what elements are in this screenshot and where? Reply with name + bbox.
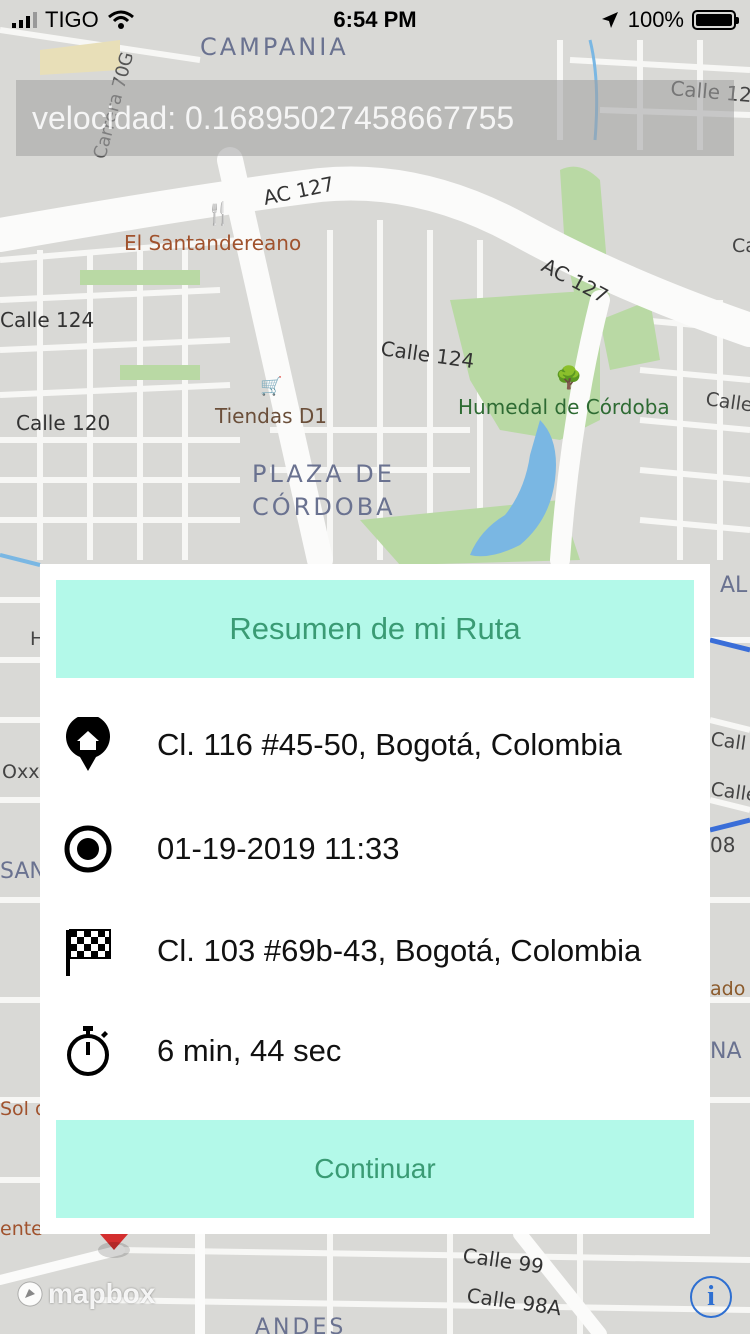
- origin-row: Cl. 116 #45-50, Bogotá, Colombia: [40, 710, 710, 780]
- destination-address: Cl. 103 #69b-43, Bogotá, Colombia: [157, 933, 642, 968]
- start-datetime: 01-19-2019 11:33: [157, 831, 400, 866]
- map-label-san: SAN: [0, 859, 46, 884]
- map-label-calle120: Calle 120: [16, 411, 110, 435]
- map-label-cordoba: CÓRDOBA: [252, 491, 396, 521]
- stopwatch-icon: [58, 1021, 118, 1081]
- map-label-humedal: Humedal de Córdoba: [458, 395, 670, 419]
- duration: 6 min, 44 sec: [157, 1033, 342, 1068]
- restaurant-icon: 🍴: [205, 201, 232, 227]
- map-label-santandereano: El Santandereano: [124, 231, 301, 255]
- map-label-ado: ado l: [710, 978, 750, 1000]
- mapbox-wordmark: mapbox: [48, 1278, 156, 1309]
- map-label-plaza: PLAZA DE: [252, 460, 395, 488]
- map-label-al: AL: [720, 573, 748, 598]
- signal-icon: [12, 12, 37, 28]
- start-time-row: 01-19-2019 11:33: [40, 814, 710, 884]
- map-label-08: 08: [710, 833, 735, 857]
- carrier-name: TIGO: [45, 7, 99, 32]
- map-label-na: NA: [710, 1039, 742, 1064]
- checkered-flag-icon: [58, 921, 118, 981]
- wifi-icon: [107, 10, 134, 29]
- status-bar: TIGO 6:54 PM 100%: [0, 0, 750, 40]
- record-icon: [58, 819, 118, 879]
- speed-readout: velocidad: 0.16895027458667755: [16, 80, 734, 156]
- map-label-calle124: Calle 124: [0, 308, 94, 332]
- origin-address: Cl. 116 #45-50, Bogotá, Colombia: [157, 727, 622, 762]
- map-label-tiendas: Tiendas D1: [214, 404, 327, 428]
- tree-icon: 🌳: [555, 364, 582, 391]
- battery-icon: [692, 10, 739, 30]
- battery-percent: 100%: [627, 7, 684, 32]
- info-icon[interactable]: i: [690, 1276, 732, 1318]
- mapbox-logo[interactable]: mapbox: [16, 1278, 155, 1310]
- shopping-cart-icon: 🛒: [260, 375, 282, 397]
- route-summary-dialog: Resumen de mi Ruta Cl. 116 #45-50, Bogot…: [40, 564, 710, 1234]
- map-label-ente: ente: [0, 1218, 43, 1240]
- home-pin-icon: [58, 715, 118, 775]
- map-label-andes: ANDES: [255, 1315, 346, 1334]
- continue-button[interactable]: Continuar: [56, 1120, 694, 1218]
- dialog-title: Resumen de mi Ruta: [56, 580, 694, 678]
- map-label-oxx: Oxx: [2, 761, 39, 783]
- mapbox-icon: [17, 1281, 43, 1307]
- location-arrow-icon: [601, 12, 618, 28]
- map-label-ca: Ca: [732, 235, 750, 257]
- destination-row: Cl. 103 #69b-43, Bogotá, Colombia: [40, 916, 710, 986]
- duration-row: 6 min, 44 sec: [40, 1016, 710, 1086]
